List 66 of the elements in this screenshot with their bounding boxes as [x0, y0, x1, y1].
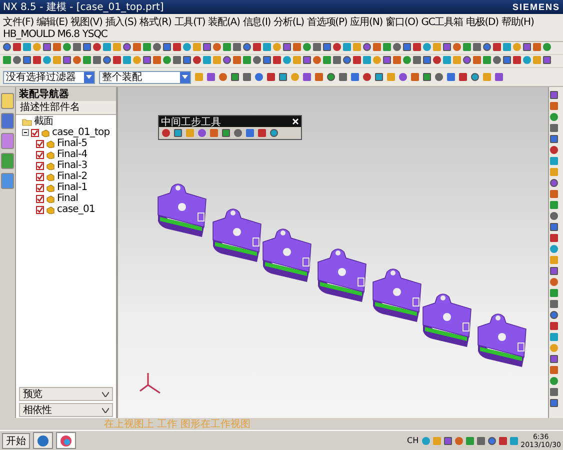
bracket-part: [262, 228, 312, 282]
brand-logo: SIEMENS: [512, 2, 560, 12]
sidebar-tool-icon[interactable]: [1, 93, 14, 109]
panel-section-header[interactable]: 预览: [19, 387, 113, 401]
column-header[interactable]: 描述性部件名: [16, 101, 116, 115]
menu-item[interactable]: 视图(V): [70, 15, 104, 29]
checkbox[interactable]: [31, 128, 39, 136]
sidebar-tool-icon[interactable]: [1, 173, 14, 189]
sidebar-tool-icon[interactable]: [1, 153, 14, 169]
language-indicator[interactable]: CH: [407, 436, 419, 445]
tree-item[interactable]: Final: [57, 193, 78, 204]
bracket-part: [158, 184, 206, 237]
scope-dropdown[interactable]: 整个装配: [99, 70, 191, 84]
taskbar-app-icon[interactable]: [33, 432, 53, 449]
panel-section-header[interactable]: 相依性: [19, 403, 113, 417]
checkbox[interactable]: [36, 184, 44, 192]
panel-title: 装配导航器: [19, 87, 69, 101]
tree-item[interactable]: Final-5: [57, 138, 88, 149]
checkbox[interactable]: [36, 194, 44, 202]
tree-item[interactable]: Final-2: [57, 171, 88, 182]
menu-item[interactable]: 首选项(P): [306, 15, 348, 29]
type-filter-dropdown[interactable]: 没有选择过滤器: [3, 70, 95, 84]
sidebar-tool-icon[interactable]: [1, 113, 14, 129]
caret-icon: [182, 75, 188, 79]
menu-item[interactable]: 应用(N): [349, 15, 384, 29]
tree-item[interactable]: 截面: [34, 116, 54, 127]
close-icon[interactable]: [292, 118, 299, 125]
checkbox[interactable]: [36, 172, 44, 180]
tree-item[interactable]: Final-3: [57, 160, 88, 171]
tree-item[interactable]: case_01: [57, 204, 95, 215]
bracket-part: [212, 208, 262, 262]
menu-item[interactable]: 工具(T): [173, 15, 206, 29]
menu-item[interactable]: 插入(S): [104, 15, 138, 29]
menu-item[interactable]: 编辑(E): [36, 15, 69, 29]
toolbar-title: 中间工步工具: [161, 116, 221, 128]
tree-item[interactable]: case_01_top: [52, 127, 110, 138]
tree-item[interactable]: Final-4: [57, 149, 88, 160]
sidebar-tool-icon[interactable]: [1, 133, 14, 149]
menu-item[interactable]: HB_MOULD M6.8: [2, 29, 80, 40]
collapse-icon[interactable]: [22, 129, 29, 136]
menu-item[interactable]: 信息(I): [242, 15, 272, 29]
menu-item[interactable]: YSQC: [81, 29, 108, 40]
menu-item[interactable]: GC工具箱: [420, 15, 464, 29]
start-button[interactable]: 开始: [2, 432, 30, 448]
checkbox[interactable]: [36, 150, 44, 158]
checkbox[interactable]: [36, 140, 44, 148]
bracket-part: [372, 268, 422, 322]
menu-item[interactable]: 窗口(O): [384, 15, 420, 29]
checkbox[interactable]: [36, 206, 44, 214]
bracket-part: [318, 248, 366, 302]
status-message: 在上视图上 工作 图形在工作视图: [104, 418, 250, 431]
menu-item[interactable]: 分析(L): [272, 15, 305, 29]
menu-item[interactable]: 电极(D): [464, 15, 500, 29]
tree-item[interactable]: Final-1: [57, 182, 88, 193]
checkbox[interactable]: [36, 162, 44, 170]
menu-item[interactable]: 帮助(H): [500, 15, 535, 29]
axis-triad-icon: [139, 372, 161, 394]
window-title: NX 8.5 - 建模 - [case_01_top.prt]: [3, 0, 164, 14]
taskbar-app-icon[interactable]: [56, 432, 76, 449]
menu-item[interactable]: 装配(A): [207, 15, 241, 29]
bracket-part: [422, 294, 472, 347]
folder-icon: [22, 118, 32, 126]
menu-item[interactable]: 文件(F): [2, 15, 35, 29]
caret-icon: [86, 75, 92, 79]
bracket-part: [478, 314, 526, 367]
menu-item[interactable]: 格式(R): [138, 15, 172, 29]
